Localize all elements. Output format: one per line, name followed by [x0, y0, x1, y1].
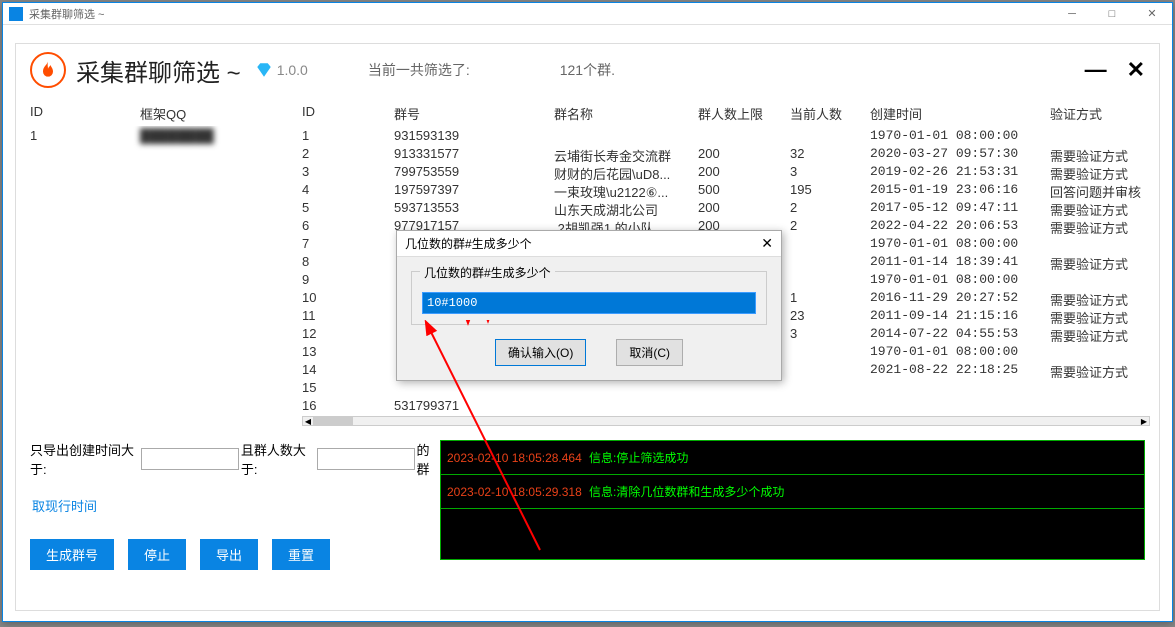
log-row: 2023-02-10 18:05:28.464 信息:停止筛选成功	[441, 441, 1144, 475]
header: 采集群聊筛选 ~ 1.0.0 当前一共筛选了: 121个群. — ✕	[16, 44, 1159, 102]
scroll-left-icon[interactable]: ◀	[303, 417, 313, 425]
qq-value-blurred: ████████	[140, 126, 280, 144]
inner-minimize-button[interactable]: —	[1085, 57, 1107, 83]
left-col-id[interactable]: ID	[30, 102, 140, 125]
left-col-qq[interactable]: 框架QQ	[140, 102, 280, 125]
stop-button[interactable]: 停止	[128, 539, 186, 570]
col-group-number[interactable]: 群号	[394, 102, 554, 125]
stat-label: 当前一共筛选了:	[368, 60, 470, 80]
dialog-cancel-button[interactable]: 取消(C)	[616, 339, 683, 366]
col-verify[interactable]: 验证方式	[1050, 102, 1150, 125]
groupbox-label: 几位数的群#生成多少个	[420, 264, 555, 281]
stat-value: 121个群.	[560, 60, 615, 80]
dialog-close-icon[interactable]: ✕	[761, 235, 773, 252]
table-row[interactable]: 19315931391970-01-01 08:00:00	[302, 126, 1150, 144]
table-row[interactable]: 5593713553山东天成湖北公司20022017-05-12 09:47:1…	[302, 198, 1150, 216]
diamond-icon	[255, 61, 273, 79]
app-icon	[9, 7, 23, 21]
table-row[interactable]: 16531799371	[302, 396, 1150, 414]
table-row[interactable]: 1 ████████	[30, 126, 280, 144]
table-row[interactable]: 3799753559财财的后花园\uD8...20032019-02-26 21…	[302, 162, 1150, 180]
filter-created-input[interactable]	[141, 448, 239, 470]
scroll-thumb[interactable]	[313, 417, 353, 425]
col-current-members[interactable]: 当前人数	[790, 102, 870, 125]
generate-button[interactable]: 生成群号	[30, 539, 114, 570]
version-label: 1.0.0	[277, 62, 308, 78]
dialog-groupbox: 几位数的群#生成多少个	[411, 271, 767, 325]
maximize-button[interactable]: □	[1092, 3, 1132, 25]
minimize-button[interactable]: ─	[1052, 3, 1092, 25]
log-panel: 2023-02-10 18:05:28.464 信息:停止筛选成功2023-02…	[440, 440, 1145, 560]
dialog-input[interactable]	[422, 292, 756, 314]
filter-created-label: 只导出创建时间大于:	[30, 440, 139, 478]
close-button[interactable]: ✕	[1132, 3, 1172, 25]
app-title: 采集群聊筛选 ~	[76, 53, 241, 88]
input-dialog: 几位数的群#生成多少个 ✕ 几位数的群#生成多少个 确认输入(O) 取消(C)	[396, 230, 782, 381]
export-button[interactable]: 导出	[200, 539, 258, 570]
filter-members-input[interactable]	[317, 448, 415, 470]
outer-window-title: 采集群聊筛选 ~	[29, 6, 104, 22]
log-row: 2023-02-10 18:05:29.318 信息:清除几位数群和生成多少个成…	[441, 475, 1144, 509]
table-row[interactable]: 4197597397一束玫瑰\u2122⑥...5001952015-01-19…	[302, 180, 1150, 198]
horizontal-scrollbar[interactable]: ◀ ▶	[302, 416, 1150, 426]
filter-members-label: 且群人数大于:	[241, 440, 315, 478]
col-id[interactable]: ID	[302, 102, 394, 125]
col-group-name[interactable]: 群名称	[554, 102, 698, 125]
col-created[interactable]: 创建时间	[870, 102, 1050, 125]
get-current-time-link[interactable]: 取现行时间	[30, 490, 99, 521]
filter-suffix: 的群	[417, 440, 440, 478]
dialog-titlebar[interactable]: 几位数的群#生成多少个 ✕	[397, 231, 781, 257]
scroll-right-icon[interactable]: ▶	[1139, 417, 1149, 425]
dialog-ok-button[interactable]: 确认输入(O)	[495, 339, 586, 366]
flame-icon	[30, 52, 66, 88]
dialog-title: 几位数的群#生成多少个	[405, 235, 532, 252]
outer-titlebar: 采集群聊筛选 ~ ─ □ ✕	[3, 3, 1172, 25]
left-table: ID 框架QQ 1 ████████	[30, 102, 280, 426]
reset-button[interactable]: 重置	[272, 539, 330, 570]
table-row[interactable]: 2913331577云埔街长寿金交流群200322020-03-27 09:57…	[302, 144, 1150, 162]
col-max-members[interactable]: 群人数上限	[698, 102, 790, 125]
inner-close-button[interactable]: ✕	[1127, 57, 1145, 83]
